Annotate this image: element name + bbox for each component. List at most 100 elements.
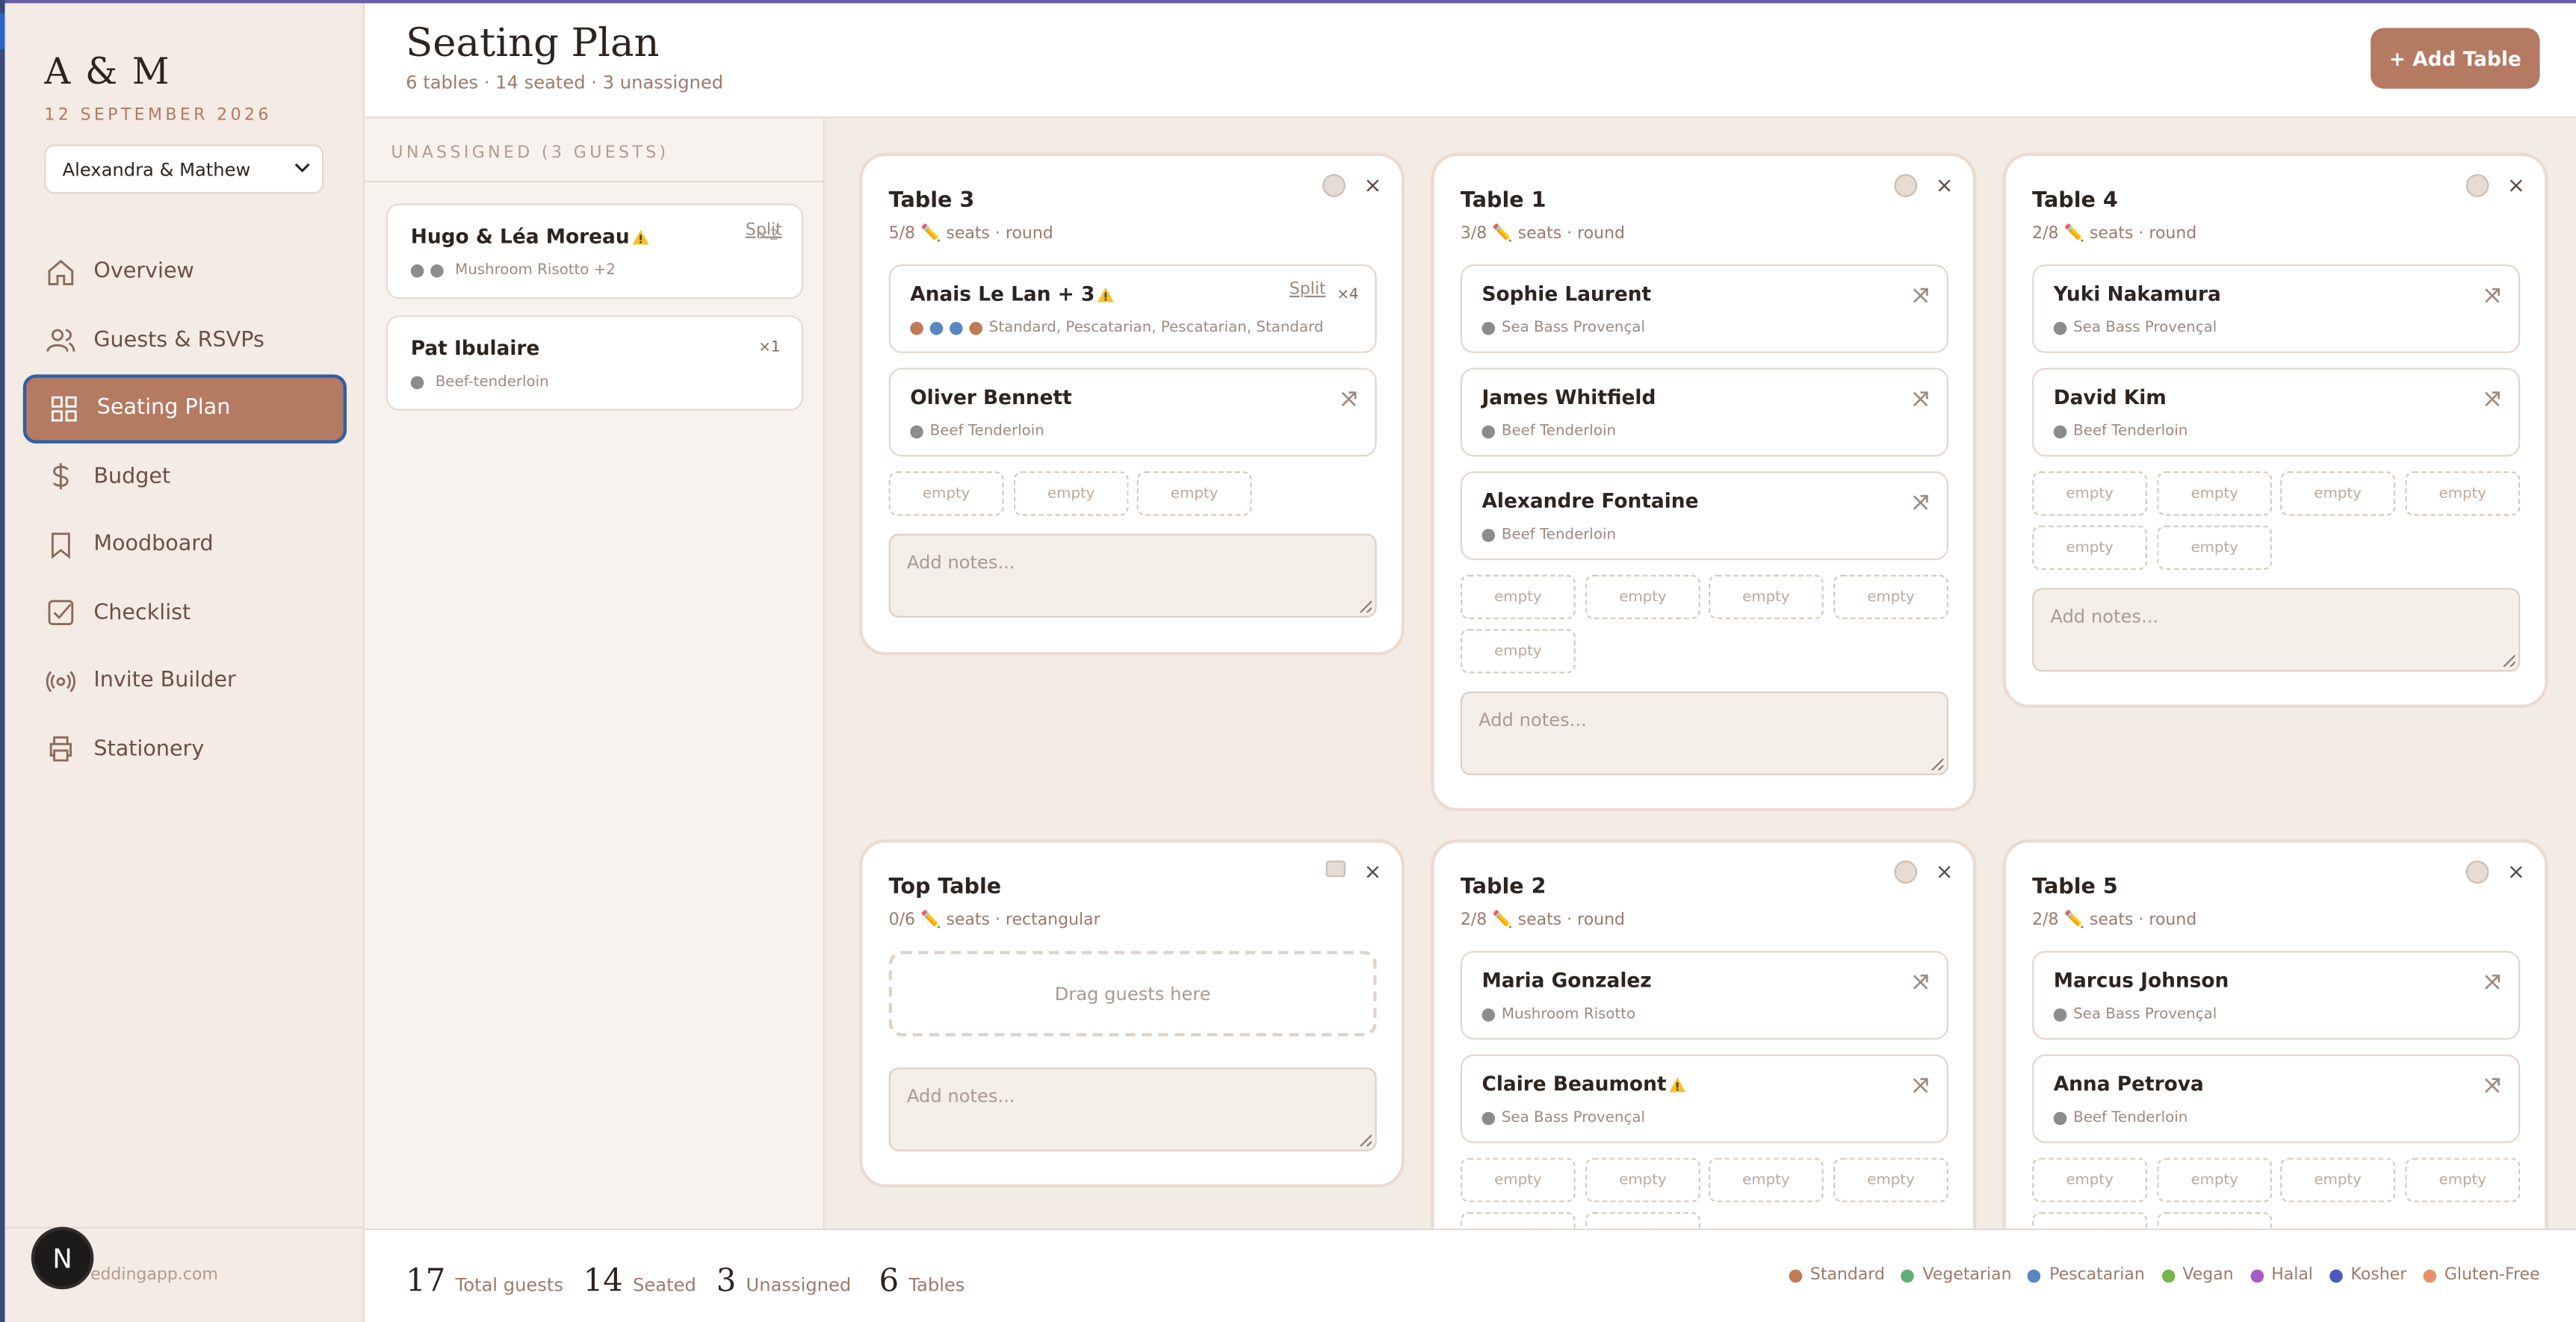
empty-seat[interactable]: empty bbox=[1708, 1158, 1824, 1202]
empty-seat[interactable]: empty bbox=[2280, 471, 2396, 516]
empty-seat[interactable]: empty bbox=[1460, 1211, 1576, 1229]
table-meta: 2/8 ✏️ seats · round bbox=[2032, 911, 2197, 930]
sidebar-item-seating-plan[interactable]: Seating Plan bbox=[22, 374, 347, 443]
unassigned-panel: UNASSIGNED (3 GUESTS) Hugo & Léa Moreau … bbox=[365, 118, 825, 1229]
delete-table-button[interactable]: × bbox=[1936, 860, 1954, 885]
delete-table-button[interactable]: × bbox=[1363, 860, 1381, 885]
seated-guest[interactable]: Anna Petrova Beef Tenderloin bbox=[2032, 1054, 2521, 1143]
sidebar-item-checklist[interactable]: Checklist bbox=[23, 579, 347, 647]
sidebar-item-moodboard[interactable]: Moodboard bbox=[23, 511, 347, 579]
delete-table-button[interactable]: × bbox=[1363, 174, 1381, 199]
table-notes-input[interactable]: Add notes... bbox=[888, 1067, 1377, 1152]
guest-name: Oliver Bennett bbox=[910, 385, 1072, 409]
empty-seat[interactable]: empty bbox=[1460, 1158, 1576, 1202]
seated-guest[interactable]: David Kim Beef Tenderloin bbox=[2032, 367, 2521, 457]
seated-guest[interactable]: Yuki Nakamura Sea Bass Provençal bbox=[2032, 264, 2521, 353]
sidebar-item-label: Seating Plan bbox=[96, 396, 231, 421]
empty-seat[interactable]: empty bbox=[2405, 1158, 2521, 1202]
table-card[interactable]: Table 4 2/8 ✏️ seats · round × Yuki Naka… bbox=[2002, 152, 2548, 708]
seated-guest[interactable]: Sophie Laurent Sea Bass Provençal bbox=[1460, 264, 1948, 353]
empty-seat[interactable]: empty bbox=[888, 471, 1004, 516]
seated-guest[interactable]: Oliver Bennett Beef Tenderloin bbox=[888, 367, 1377, 457]
sidebar-item-stationery[interactable]: Stationery bbox=[23, 716, 347, 783]
party-count: ×1 bbox=[758, 340, 781, 357]
sidebar-item-guests[interactable]: Guests & RSVPs bbox=[23, 306, 347, 374]
empty-seat[interactable]: empty bbox=[1136, 471, 1252, 516]
unseat-icon[interactable] bbox=[1910, 972, 1930, 992]
stat-seated: 14 Seated bbox=[583, 1263, 696, 1300]
guest-name: Yuki Nakamura bbox=[2053, 282, 2221, 306]
resize-grip-icon bbox=[2503, 654, 2515, 667]
seated-guest[interactable]: Alexandre Fontaine Beef Tenderloin bbox=[1460, 471, 1948, 560]
legend-item: Vegetarian bbox=[1901, 1266, 2012, 1285]
sidebar-item-overview[interactable]: Overview bbox=[23, 238, 347, 306]
empty-seat[interactable]: empty bbox=[1585, 1158, 1700, 1202]
warning-icon bbox=[1669, 1077, 1686, 1093]
empty-seat[interactable]: empty bbox=[2157, 525, 2273, 571]
split-button[interactable]: Split bbox=[1289, 281, 1326, 299]
unseat-icon[interactable] bbox=[2483, 286, 2502, 305]
empty-seat[interactable]: empty bbox=[2032, 471, 2148, 516]
empty-seat[interactable]: empty bbox=[2280, 1158, 2396, 1202]
unseat-icon[interactable] bbox=[1910, 493, 1930, 512]
empty-seat[interactable]: empty bbox=[2157, 471, 2273, 516]
empty-seat[interactable]: empty bbox=[1585, 574, 1700, 620]
empty-seat[interactable]: empty bbox=[1460, 574, 1576, 620]
sidebar-item-budget[interactable]: Budget bbox=[23, 443, 347, 511]
delete-table-button[interactable]: × bbox=[1936, 174, 1954, 199]
empty-seat[interactable]: empty bbox=[1460, 629, 1576, 674]
guest-meal: Mushroom Risotto bbox=[1481, 1007, 1635, 1023]
sidebar-item-label: Overview bbox=[93, 259, 194, 285]
warning-icon bbox=[633, 229, 650, 245]
stat-unassigned: 3 Unassigned bbox=[716, 1263, 852, 1300]
table-notes-input[interactable]: Add notes... bbox=[1460, 691, 1948, 775]
unseat-icon[interactable] bbox=[2483, 972, 2502, 992]
empty-seat[interactable]: empty bbox=[2032, 525, 2148, 571]
avatar[interactable]: N bbox=[31, 1226, 94, 1290]
unseat-icon[interactable] bbox=[2483, 1076, 2502, 1095]
couple-select-value: Alexandra & Mathew bbox=[62, 159, 251, 181]
guest-meal: Beef Tenderloin bbox=[910, 423, 1044, 440]
sidebar-item-invite-builder[interactable]: Invite Builder bbox=[23, 647, 347, 715]
empty-seat[interactable]: empty bbox=[2405, 471, 2521, 516]
empty-seat[interactable]: empty bbox=[1833, 574, 1948, 620]
empty-seat[interactable]: empty bbox=[2157, 1158, 2273, 1202]
unseat-icon[interactable] bbox=[2483, 389, 2502, 409]
drop-zone[interactable]: Drag guests here bbox=[888, 951, 1377, 1037]
meal-dot bbox=[410, 264, 424, 278]
table-card[interactable]: Table 5 2/8 ✏️ seats · round × Marcus Jo… bbox=[2002, 839, 2548, 1229]
unassigned-guest-card[interactable]: Hugo & Léa Moreau Mushroom Risotto +2 Sp… bbox=[386, 203, 804, 300]
empty-seat[interactable]: empty bbox=[2032, 1211, 2148, 1229]
table-notes-input[interactable]: Add notes... bbox=[2032, 588, 2521, 672]
seated-guest[interactable]: Anais Le Lan + 3 Standard, Pescatarian, … bbox=[888, 264, 1377, 353]
delete-table-button[interactable]: × bbox=[2507, 860, 2525, 885]
empty-seat[interactable]: empty bbox=[2032, 1158, 2148, 1202]
couple-select[interactable]: Alexandra & Mathew bbox=[44, 144, 324, 194]
delete-table-button[interactable]: × bbox=[2507, 174, 2525, 199]
seated-guest[interactable]: James Whitfield Beef Tenderloin bbox=[1460, 367, 1948, 457]
table-name: Table 2 bbox=[1460, 875, 1546, 901]
dollar-icon bbox=[53, 463, 69, 490]
table-notes-input[interactable]: Add notes... bbox=[888, 533, 1377, 618]
add-table-button[interactable]: + Add Table bbox=[2371, 28, 2540, 89]
table-card[interactable]: Table 2 2/8 ✏️ seats · round × Maria Gon… bbox=[1431, 839, 1977, 1229]
unseat-icon[interactable] bbox=[1910, 389, 1930, 409]
legend-item: Vegan bbox=[2161, 1266, 2234, 1285]
resize-grip-icon bbox=[1931, 758, 1944, 771]
table-card[interactable]: Top Table 0/6 ✏️ seats · rectangular × D… bbox=[859, 839, 1405, 1188]
seated-guest[interactable]: Marcus Johnson Sea Bass Provençal bbox=[2032, 951, 2521, 1040]
unassigned-guest-card[interactable]: Pat Ibulaire Beef-tenderloin ×1 bbox=[386, 315, 804, 411]
empty-seat[interactable]: empty bbox=[1585, 1211, 1700, 1229]
unseat-icon[interactable] bbox=[1910, 1076, 1930, 1095]
empty-seat[interactable]: empty bbox=[1708, 574, 1824, 620]
empty-seat[interactable]: empty bbox=[1013, 471, 1129, 516]
unseat-icon[interactable] bbox=[1910, 286, 1930, 305]
empty-seat[interactable]: empty bbox=[2157, 1211, 2273, 1229]
unseat-icon[interactable] bbox=[1339, 389, 1358, 409]
table-card[interactable]: Table 3 5/8 ✏️ seats · round × Anais Le … bbox=[859, 152, 1405, 656]
table-card[interactable]: Table 1 3/8 ✏️ seats · round × Sophie La… bbox=[1431, 152, 1977, 812]
seated-guest[interactable]: Maria Gonzalez Mushroom Risotto bbox=[1460, 951, 1948, 1040]
seated-guest[interactable]: Claire Beaumont Sea Bass Provençal bbox=[1460, 1054, 1948, 1143]
empty-seat[interactable]: empty bbox=[1833, 1158, 1948, 1202]
stat-total-guests: 17 Total guests bbox=[406, 1263, 563, 1300]
